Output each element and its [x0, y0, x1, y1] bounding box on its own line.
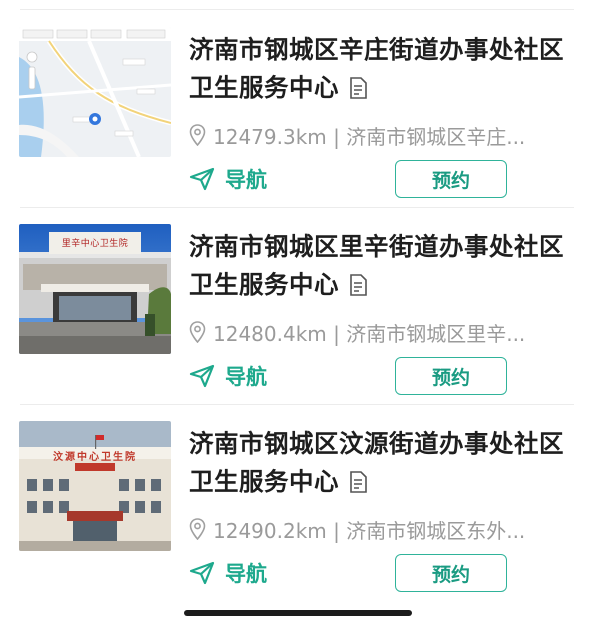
address-text: 12479.3km | 济南市钢城区辛庄... — [213, 124, 526, 149]
document-icon[interactable] — [349, 471, 367, 493]
clinic-title[interactable]: 济南市钢城区里辛街道办事处社区卫生服务中心 — [189, 228, 581, 304]
building-photo[interactable]: 里辛中心卫生院 — [19, 224, 171, 354]
clinic-card[interactable]: 汶源中心卫生院 济南市钢城区汶源街道办事处社区卫生服务中心 12490.2km … — [0, 404, 600, 602]
building-photo[interactable]: 汶源中心卫生院 — [19, 421, 171, 551]
navigate-button[interactable]: 导航 — [189, 554, 267, 592]
address-text: 12490.2km | 济南市钢城区东外... — [213, 518, 526, 543]
document-icon[interactable] — [349, 274, 367, 296]
paper-plane-icon — [189, 364, 215, 388]
clinic-name: 济南市钢城区汶源街道办事处社区卫生服务中心 — [189, 429, 564, 496]
clinic-address: 12479.3km | 济南市钢城区辛庄... — [189, 120, 525, 150]
book-appointment-button[interactable]: 预约 — [395, 160, 507, 198]
clinic-name: 济南市钢城区辛庄街道办事处社区卫生服务中心 — [189, 35, 564, 102]
map-thumbnail[interactable] — [19, 27, 171, 157]
address-text: 12480.4km | 济南市钢城区里辛... — [213, 321, 526, 346]
building-sign-text: 里辛中心卫生院 — [61, 239, 129, 249]
location-pin-icon — [189, 518, 206, 540]
clinic-card[interactable]: 里辛中心卫生院 济南市钢城区里辛街道办事处社区卫生服务中心 12480.4km … — [0, 207, 600, 405]
navigate-label: 导航 — [225, 168, 267, 192]
location-pin-icon — [189, 124, 206, 146]
paper-plane-icon — [189, 561, 215, 585]
clinic-name: 济南市钢城区里辛街道办事处社区卫生服务中心 — [189, 232, 564, 299]
building-sign-text: 汶源中心卫生院 — [53, 452, 137, 463]
navigate-label: 导航 — [225, 562, 267, 586]
book-appointment-button[interactable]: 预约 — [395, 357, 507, 395]
clinic-title[interactable]: 济南市钢城区辛庄街道办事处社区卫生服务中心 — [189, 31, 581, 107]
book-appointment-button[interactable]: 预约 — [395, 554, 507, 592]
paper-plane-icon — [189, 167, 215, 191]
navigate-label: 导航 — [225, 365, 267, 389]
clinic-card[interactable]: 济南市钢城区辛庄街道办事处社区卫生服务中心 12479.3km | 济南市钢城区… — [0, 10, 600, 208]
home-indicator[interactable] — [184, 610, 412, 616]
clinic-title[interactable]: 济南市钢城区汶源街道办事处社区卫生服务中心 — [189, 425, 581, 501]
clinic-address: 12480.4km | 济南市钢城区里辛... — [189, 317, 525, 347]
document-icon[interactable] — [349, 77, 367, 99]
location-pin-icon — [189, 321, 206, 343]
navigate-button[interactable]: 导航 — [189, 160, 267, 198]
navigate-button[interactable]: 导航 — [189, 357, 267, 395]
clinic-address: 12490.2km | 济南市钢城区东外... — [189, 514, 525, 544]
